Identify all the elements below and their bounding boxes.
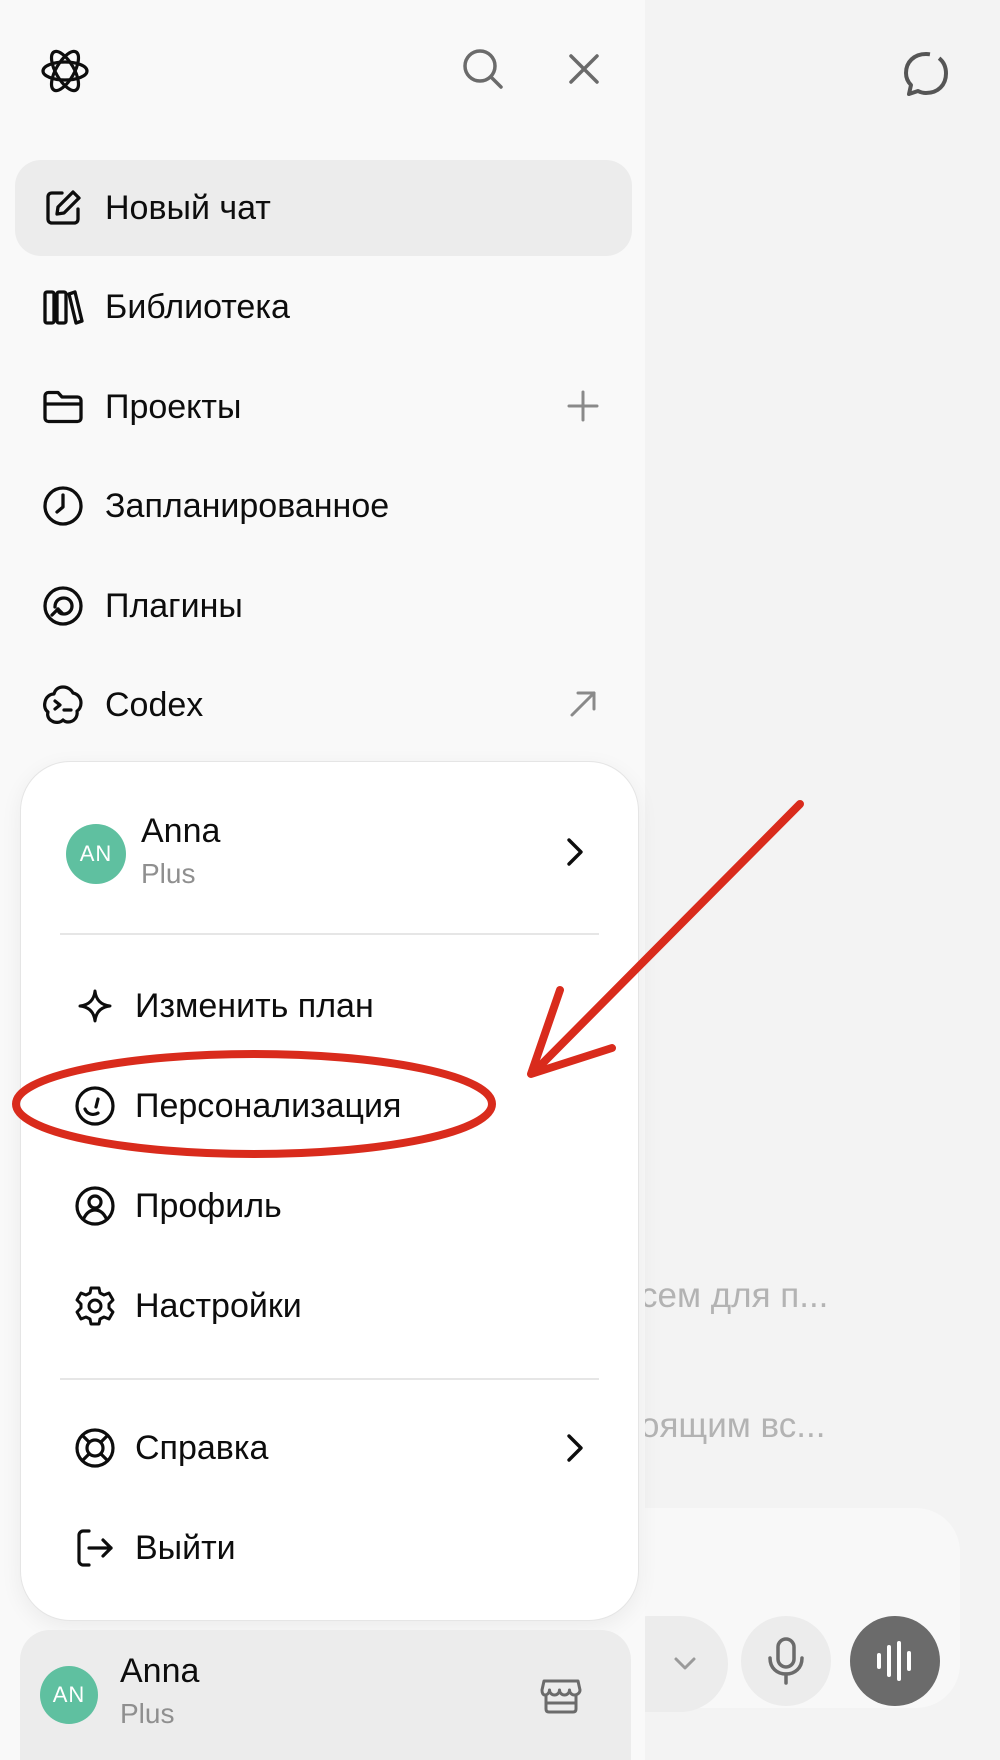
- search-button[interactable]: [458, 44, 508, 94]
- openai-logo-icon: [41, 49, 89, 93]
- menu-item-change-plan[interactable]: Изменить план: [21, 961, 638, 1051]
- menu-item-label: Профиль: [135, 1186, 282, 1225]
- openai-logo[interactable]: [36, 42, 94, 100]
- account-user-row[interactable]: AN Anna Plus: [21, 802, 638, 902]
- divider: [60, 933, 599, 935]
- suggestion-text[interactable]: сем для п...: [640, 1276, 828, 1316]
- nav-label: Запланированное: [105, 486, 390, 525]
- edit-icon: [41, 186, 85, 230]
- add-project-button[interactable]: [560, 383, 606, 429]
- menu-item-settings[interactable]: Настройки: [21, 1261, 638, 1351]
- search-icon: [463, 49, 503, 89]
- chevron-right-icon: [567, 838, 583, 866]
- close-icon: [569, 54, 599, 84]
- user-plan: Plus: [141, 858, 196, 889]
- menu-item-label: Персонализация: [135, 1086, 402, 1125]
- new-chat-bubble-icon[interactable]: [900, 48, 952, 100]
- menu-item-help[interactable]: Справка: [21, 1403, 638, 1493]
- library-icon: [41, 285, 85, 329]
- voice-mode-button[interactable]: [850, 1616, 940, 1706]
- microphone-button[interactable]: [741, 1616, 831, 1706]
- sidebar: Новый чат Библиотека Проекты Запланирова…: [0, 0, 645, 1760]
- help-lifebuoy-icon: [73, 1426, 117, 1470]
- store-icon[interactable]: [539, 1673, 583, 1717]
- sidebar-user-button[interactable]: AN Anna Plus: [20, 1630, 631, 1760]
- user-name: Anna: [120, 1652, 200, 1690]
- plugins-icon: [41, 584, 85, 628]
- chevron-down-icon: [674, 1657, 696, 1670]
- user-name: Anna: [141, 812, 221, 850]
- nav-new-chat[interactable]: Новый чат: [15, 160, 632, 256]
- menu-item-label: Выйти: [135, 1528, 236, 1567]
- gear-icon: [73, 1284, 117, 1328]
- menu-item-profile[interactable]: Профиль: [21, 1161, 638, 1251]
- avatar: AN: [40, 1666, 98, 1724]
- nav-label: Новый чат: [105, 188, 271, 227]
- profile-icon: [73, 1184, 117, 1228]
- menu-item-logout[interactable]: Выйти: [21, 1503, 638, 1593]
- external-arrow-icon: [570, 691, 596, 717]
- close-sidebar-button[interactable]: [559, 44, 609, 94]
- main-area: [645, 0, 1000, 1760]
- nav-label: Библиотека: [105, 287, 290, 326]
- nav-codex[interactable]: Codex: [15, 657, 632, 753]
- clock-icon: [41, 484, 85, 528]
- avatar: AN: [66, 824, 126, 884]
- nav-scheduled[interactable]: Запланированное: [15, 458, 632, 554]
- plus-icon: [567, 390, 599, 422]
- nav-projects[interactable]: Проекты: [15, 359, 632, 455]
- nav-library[interactable]: Библиотека: [15, 259, 632, 355]
- waveform-icon: [877, 1641, 911, 1681]
- menu-item-label: Настройки: [135, 1286, 302, 1325]
- menu-item-label: Изменить план: [135, 986, 374, 1025]
- nav-label: Плагины: [105, 586, 243, 625]
- nav-label: Проекты: [105, 387, 242, 426]
- chevron-right-icon: [567, 1434, 583, 1462]
- personalization-icon: [73, 1084, 117, 1128]
- codex-icon: [41, 683, 85, 727]
- suggestion-text[interactable]: оящим вс...: [640, 1406, 825, 1446]
- account-menu: AN Anna Plus Изменить план Персонализаци…: [20, 761, 639, 1621]
- sparkle-icon: [73, 984, 117, 1028]
- open-codex-external[interactable]: [560, 681, 606, 727]
- folder-icon: [41, 385, 85, 429]
- logout-icon: [73, 1526, 117, 1570]
- menu-item-label: Справка: [135, 1428, 269, 1467]
- menu-item-personalization[interactable]: Персонализация: [21, 1061, 638, 1151]
- nav-plugins[interactable]: Плагины: [15, 558, 632, 654]
- nav-label: Codex: [105, 685, 204, 724]
- user-plan: Plus: [120, 1698, 175, 1729]
- divider: [60, 1378, 599, 1380]
- microphone-icon: [768, 1637, 804, 1685]
